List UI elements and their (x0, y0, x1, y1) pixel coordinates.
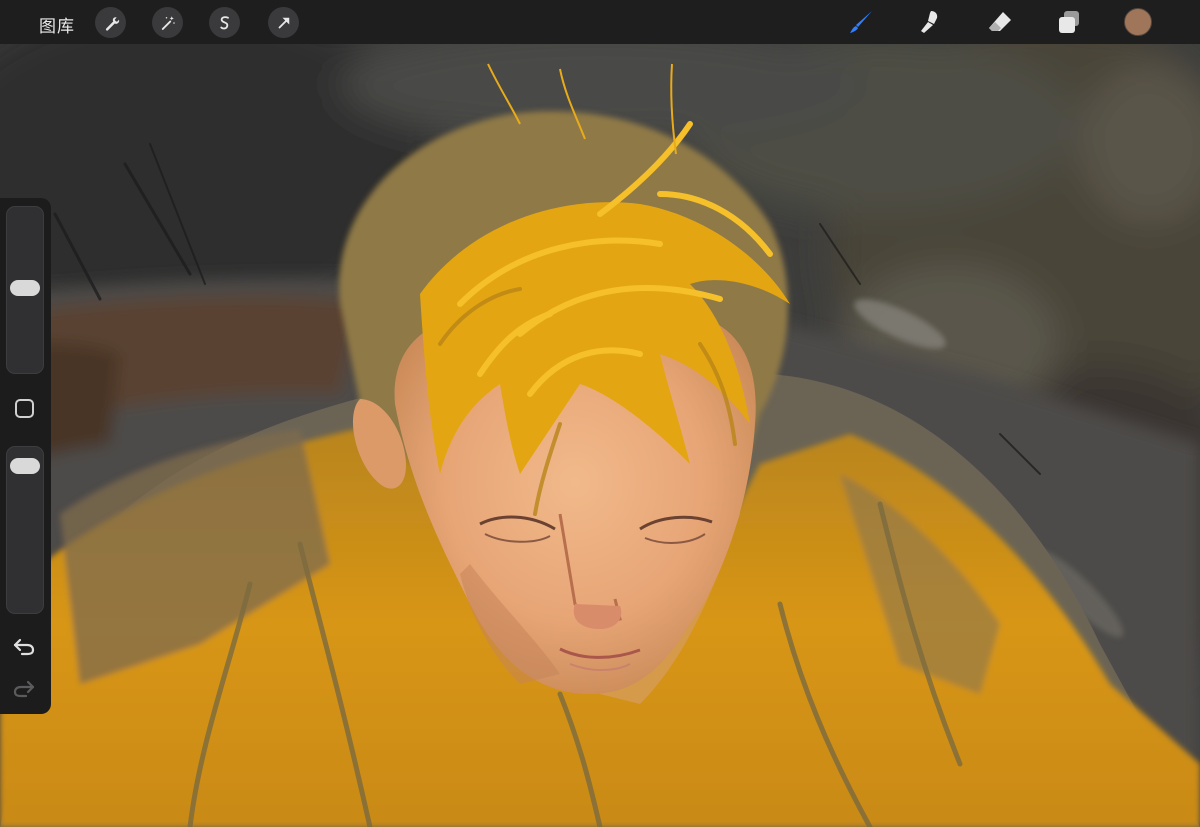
painting (0, 44, 1200, 827)
eraser-tool-button[interactable] (984, 6, 1016, 38)
undo-button[interactable] (12, 636, 36, 656)
layers-icon (1059, 11, 1079, 33)
color-picker-button[interactable] (1124, 8, 1152, 36)
smudge-tool-button[interactable] (914, 6, 946, 38)
redo-icon (13, 680, 35, 698)
actions-button[interactable] (95, 7, 126, 38)
eraser-icon (989, 12, 1011, 31)
undo-icon (13, 638, 35, 656)
brush-size-slider[interactable] (6, 206, 44, 374)
modify-square-icon[interactable] (15, 399, 34, 418)
selection-s-icon (219, 15, 229, 29)
brush-icon (850, 11, 872, 33)
opacity-thumb[interactable] (10, 458, 40, 475)
gallery-button[interactable]: 图库 (39, 12, 75, 37)
brush-size-thumb[interactable] (10, 280, 40, 297)
layers-button[interactable] (1053, 6, 1085, 38)
brush-tool-button[interactable] (845, 6, 877, 38)
drawing-canvas[interactable] (0, 44, 1200, 827)
arrow-cursor-icon (278, 17, 289, 28)
transform-button[interactable] (268, 7, 299, 38)
left-sidebar (0, 198, 51, 714)
top-toolbar: 图库 (0, 0, 1200, 44)
redo-button[interactable] (12, 678, 36, 698)
selection-button[interactable] (209, 7, 240, 38)
wrench-icon (105, 16, 119, 31)
magic-wand-icon (161, 15, 175, 30)
smudge-finger-icon (921, 11, 938, 33)
opacity-slider[interactable] (6, 446, 44, 614)
adjustments-button[interactable] (152, 7, 183, 38)
